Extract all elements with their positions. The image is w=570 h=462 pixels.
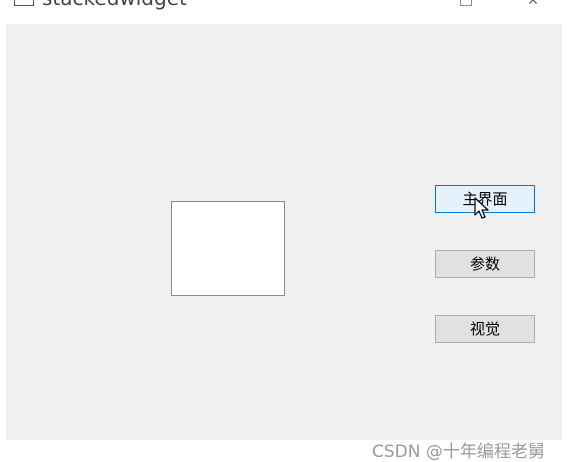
params-button[interactable]: 参数 (435, 250, 535, 278)
title-bar[interactable]: stackedwidget ✕ (0, 0, 570, 24)
vision-button[interactable]: 视觉 (435, 315, 535, 343)
close-icon: ✕ (527, 0, 539, 9)
watermark-text: CSDN @十年编程老舅 (372, 442, 545, 462)
mouse-pointer-icon (474, 197, 489, 219)
maximize-button[interactable] (456, 0, 476, 8)
stacked-widget-page (171, 201, 285, 296)
client-area: 主界面 参数 视觉 CSDN @十年编程老舅 (6, 24, 562, 462)
window-app-icon (14, 0, 34, 6)
app-window: stackedwidget ✕ 主界面 参数 视觉 CSDN @十年编程老舅 (0, 0, 570, 462)
window-title: stackedwidget (42, 0, 187, 10)
close-button[interactable]: ✕ (523, 0, 543, 8)
maximize-icon (460, 0, 472, 6)
